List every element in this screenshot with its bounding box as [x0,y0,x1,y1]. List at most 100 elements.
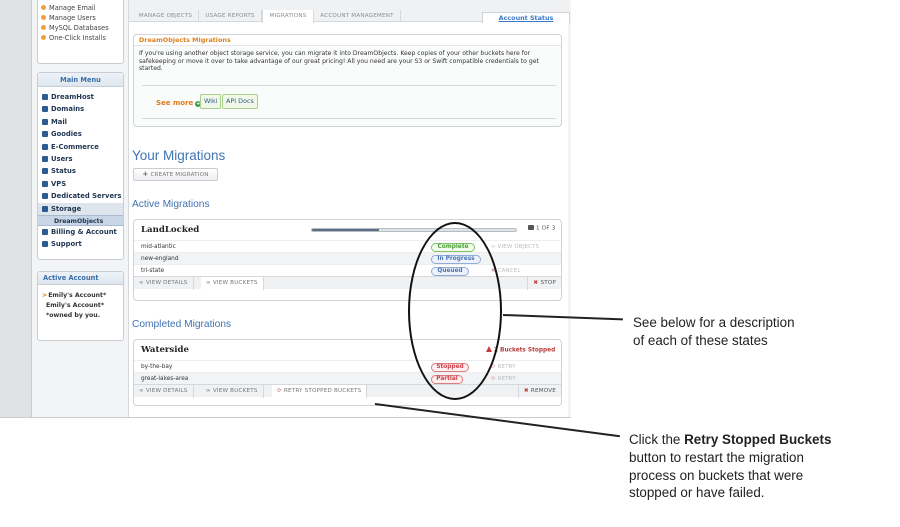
view-details-button[interactable]: ∞ VIEW DETAILS [134,277,194,290]
menu-item-dedicated[interactable]: Dedicated Servers [38,190,123,202]
table-row: by-the-bay Stopped ⟳ RETRY [134,360,561,372]
sidebar-link-manage-users[interactable]: Manage Users [38,13,123,23]
create-migration-button[interactable]: + CREATE MIGRATION [133,168,218,181]
tab-migrations[interactable]: MIGRATIONS [262,10,314,23]
plus-square-icon [42,193,48,200]
account-status-link[interactable]: Account Status [482,12,570,23]
plus-square-icon [42,180,48,187]
bullet-icon [41,25,46,30]
callout-line: of each of these states [633,332,768,348]
menu-item-vps[interactable]: VPS [38,178,123,190]
sidebar-link-one-click[interactable]: One-Click Installs [38,33,123,43]
callout-line: Click the Retry Stopped Buckets [629,432,832,447]
bullet-icon [41,5,46,10]
callout-line: stopped or have failed. [629,485,765,501]
active-migrations-heading: Active Migrations [132,199,210,210]
menu-item-domains[interactable]: Domains [38,103,123,115]
migration-progress-fill [312,229,380,231]
your-migrations-heading: Your Migrations [132,148,226,163]
completed-migrations-heading: Completed Migrations [132,319,232,330]
wiki-button[interactable]: Wiki [200,94,222,109]
minus-square-icon [42,205,48,212]
retry-icon: ⟳ [491,376,498,382]
menu-item-storage[interactable]: Storage [38,202,123,215]
arrow-right-icon: > [42,292,48,299]
sidebar: Manage Email Manage Users MySQL Database… [37,0,124,417]
active-account-title: Active Account [38,272,123,285]
table-row: new-england In Progress [134,252,561,264]
menu-item-support[interactable]: Support [38,238,123,250]
menu-item-dreamhost[interactable]: DreamHost [38,91,123,103]
stop-button[interactable]: ✖ STOP [527,277,561,290]
plus-square-icon [42,143,48,150]
account-links-box: Manage Email Manage Users MySQL Database… [37,0,124,64]
binoculars-icon: ∞ [139,388,146,394]
promo-title: DreamObjects Migrations [134,35,561,46]
active-account-current[interactable]: >Emily's Account* [38,291,123,301]
view-buckets-button[interactable]: ∞ VIEW BUCKETS [201,385,264,398]
migration-footer: ∞ VIEW DETAILS ∞ VIEW BUCKETS ⟳ RETRY ST… [134,384,561,398]
api-docs-button[interactable]: API Docs [222,94,258,109]
callout-line: button to restart the migration [629,449,804,465]
plus-square-icon [42,155,48,162]
active-account-note: *owned by you. [46,312,101,319]
close-icon: ✖ [523,388,531,394]
menu-item-mail[interactable]: Mail [38,116,123,128]
main-menu-title: Main Menu [38,73,123,87]
plus-square-icon [42,94,48,100]
bucket-name: tri-state [141,268,165,274]
main-content: MANAGE OBJECTS USAGE REPORTS MIGRATIONS … [128,0,570,417]
promo-text: If you're using another object storage s… [139,50,539,73]
view-details-button[interactable]: ∞ VIEW DETAILS [134,385,194,398]
plus-square-icon [42,106,48,113]
binoculars-icon: ∞ [206,280,213,286]
view-buckets-button[interactable]: ∞ VIEW BUCKETS [201,277,264,290]
highlight-ellipse [408,222,502,400]
menu-item-status[interactable]: Status [38,165,123,177]
remove-button[interactable]: ✖ REMOVE [517,385,561,398]
retry-callout: Click the Retry Stopped Buckets button t… [629,431,831,502]
completed-migration-card: Waterside 2 Buckets Stopped by-the-bay S… [133,339,562,406]
menu-item-goodies[interactable]: Goodies [38,128,123,140]
progress-count: 1 OF 3 [528,225,556,232]
migrations-promo-box: DreamObjects Migrations If you're using … [133,34,562,127]
see-more-label: See more + [156,99,202,107]
binoculars-icon: ∞ [491,244,498,250]
menu-item-users[interactable]: Users [38,153,123,165]
callout-line: process on buckets that were [629,467,804,483]
tab-account-management[interactable]: ACCOUNT MANAGEMENT [314,10,401,22]
sidebar-link-mysql[interactable]: MySQL Databases [38,23,123,33]
active-account-box: Active Account >Emily's Account* Emily's… [37,271,124,341]
bucket-name: new-england [141,256,179,262]
plus-square-icon [42,241,48,248]
plus-icon: + [142,170,149,178]
bucket-name: mid-atlantic [141,244,176,250]
plus-square-icon [42,118,48,125]
states-callout: See below for a description of each of t… [633,314,795,350]
submenu-item-dreamobjects[interactable]: DreamObjects [38,214,123,226]
bullet-icon [41,15,46,20]
table-row: mid-atlantic Complete ∞ VIEW OBJECTS [134,240,561,252]
table-row: great-lakes-area Partial ⟳ RETRY [134,372,561,384]
main-menu: Main Menu DreamHost Domains Mail Goodies… [37,72,124,260]
promo-divider [142,85,556,86]
callout-line: See below for a description [633,315,795,330]
bucket-icon [528,225,534,230]
menu-item-ecommerce[interactable]: E-Commerce [38,141,123,153]
promo-divider [142,118,556,119]
browser-edge [0,0,32,417]
menu-item-billing[interactable]: Billing & Account [38,226,123,238]
binoculars-icon: ∞ [206,388,213,394]
retry-stopped-buckets-button[interactable]: ⟳ RETRY STOPPED BUCKETS [272,385,368,398]
plus-square-icon [42,228,48,235]
tab-manage-objects[interactable]: MANAGE OBJECTS [133,10,199,22]
sidebar-link-manage-email[interactable]: Manage Email [38,3,123,13]
tab-usage-reports[interactable]: USAGE REPORTS [199,10,262,22]
bullet-icon [41,35,46,40]
retry-icon: ⟳ [277,388,284,394]
bucket-name: great-lakes-area [141,376,189,382]
bucket-name: by-the-bay [141,364,173,370]
active-account-name: Emily's Account* [46,302,105,309]
plus-square-icon [42,131,48,138]
plus-square-icon [42,168,48,175]
